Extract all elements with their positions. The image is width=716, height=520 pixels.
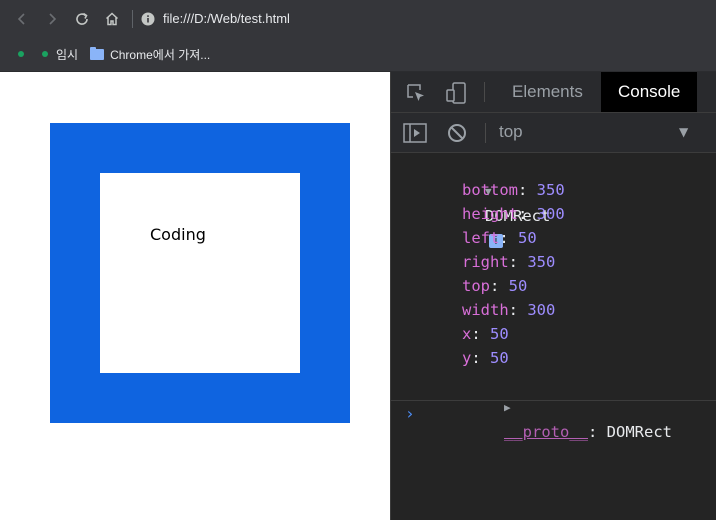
property-value: 50 (518, 229, 537, 247)
property-value: 300 (536, 205, 565, 223)
property-key: bottom (462, 181, 518, 199)
console-divider (391, 400, 716, 401)
inner-white-box: Coding (100, 173, 300, 373)
property-key: y (462, 349, 472, 367)
green-dot-icon (18, 51, 24, 57)
property-row: top: 50 (462, 274, 527, 298)
property-row: x: 50 (462, 322, 509, 346)
toolbar-separator (132, 9, 133, 28)
bookmark-item-temp[interactable]: 임시 (42, 46, 78, 63)
bookmark-label: 임시 (56, 47, 79, 62)
property-key: width (462, 301, 509, 319)
inspect-element-icon[interactable] (405, 82, 427, 104)
bookmark-status-dot (18, 51, 24, 57)
property-row: left: 50 (462, 226, 537, 250)
proto-value: DOMRect (606, 423, 672, 441)
info-icon[interactable] (141, 12, 155, 26)
url-text[interactable]: file:///D:/Web/test.html (163, 11, 290, 26)
console-toolbar-divider (485, 123, 486, 143)
page-viewport: Coding (0, 72, 390, 520)
home-button[interactable] (98, 5, 126, 33)
property-key: right (462, 253, 509, 271)
property-value: 350 (527, 253, 556, 271)
property-row: width: 300 (462, 298, 555, 322)
device-toolbar-icon[interactable] (445, 82, 469, 104)
property-row: height: 300 (462, 202, 565, 226)
bookmark-label: Chrome에서 가져... (110, 47, 211, 62)
arrow-right-icon (49, 12, 57, 25)
context-selector[interactable]: top (499, 122, 523, 142)
forward-button[interactable] (38, 5, 66, 33)
bookmark-folder-imported[interactable]: Chrome에서 가져... (90, 46, 210, 63)
reload-icon (76, 12, 88, 25)
property-key: height (462, 205, 518, 223)
sidebar-toggle-icon[interactable] (403, 123, 427, 143)
property-value: 300 (527, 301, 556, 319)
proto-row[interactable]: ▶ __proto__: DOMRect (448, 370, 672, 441)
back-button[interactable] (8, 5, 36, 33)
property-colon: : (490, 277, 509, 295)
property-row: right: 350 (462, 250, 555, 274)
address-bar[interactable]: file:///D:/Web/test.html (141, 11, 290, 26)
property-row: bottom: 350 (462, 178, 565, 202)
property-value: 50 (508, 277, 528, 295)
console-output: ▼ DOMRect i bottom: 350 height: 300 left… (391, 153, 716, 441)
property-key: left (462, 229, 500, 247)
reload-button[interactable] (68, 5, 96, 33)
devtools-panel: Elements Console top ▼ ▼ DOMRect i botto… (390, 72, 716, 520)
property-colon: : (508, 301, 528, 319)
property-value: 50 (490, 325, 509, 343)
coding-text: Coding (150, 225, 206, 244)
property-key: top (462, 277, 490, 295)
devtools-tab-bar: Elements Console (391, 72, 716, 113)
property-colon: : (508, 253, 528, 271)
clear-console-icon[interactable] (447, 123, 467, 143)
property-colon: : (471, 349, 491, 367)
bookmarks-bar: 임시 Chrome에서 가져... (0, 37, 716, 72)
proto-key: __proto__ (504, 423, 588, 441)
tab-divider (484, 82, 485, 102)
green-dot-icon (42, 51, 48, 57)
property-value: 350 (536, 181, 565, 199)
folder-icon (90, 46, 105, 60)
home-icon (105, 11, 119, 25)
property-colon: : (518, 181, 537, 199)
property-colon: : (471, 325, 491, 343)
property-value: 50 (490, 349, 509, 367)
tab-console[interactable]: Console (601, 72, 698, 112)
console-toolbar: top ▼ (391, 113, 716, 153)
browser-toolbar: file:///D:/Web/test.html (0, 0, 716, 37)
property-colon: : (499, 229, 518, 247)
property-row: y: 50 (462, 346, 509, 370)
dropdown-triangle-icon[interactable]: ▼ (679, 125, 688, 139)
arrow-left-icon (17, 12, 25, 25)
property-colon: : (588, 423, 607, 441)
tab-elements[interactable]: Elements (495, 72, 600, 112)
collapsed-triangle-icon[interactable]: ▶ (504, 401, 511, 414)
property-colon: : (518, 205, 537, 223)
object-header[interactable]: ▼ DOMRect i (429, 154, 550, 248)
console-prompt[interactable]: › (405, 404, 415, 423)
property-key: x (462, 325, 472, 343)
outer-blue-box: Coding (50, 123, 350, 423)
